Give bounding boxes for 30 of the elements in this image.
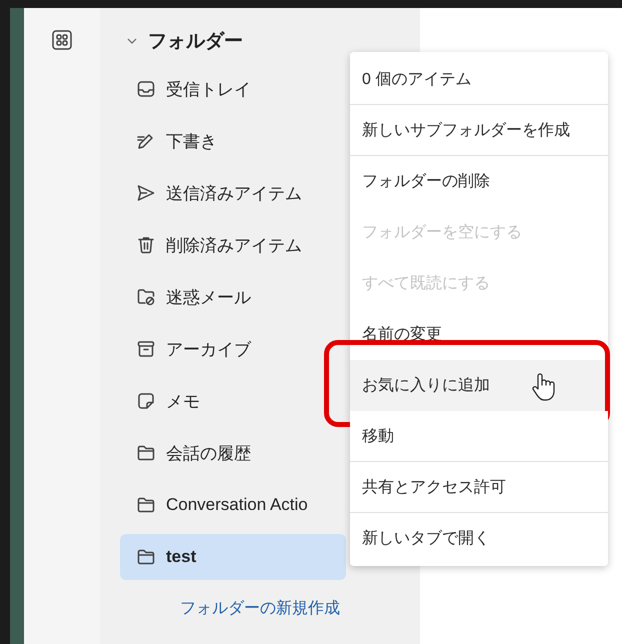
menu-item[interactable]: 共有とアクセス許可 xyxy=(350,462,608,513)
apps-icon[interactable] xyxy=(52,30,72,50)
folder-item[interactable]: メモ xyxy=(120,378,346,424)
menu-item[interactable]: 0 個のアイテム xyxy=(350,54,608,105)
note-icon xyxy=(136,391,156,411)
folder-item[interactable]: 受信トレイ xyxy=(120,66,346,112)
folder-icon xyxy=(136,547,156,567)
archive-icon xyxy=(136,339,156,359)
folder-icon xyxy=(136,443,156,463)
folder-block-icon xyxy=(136,287,156,307)
folder-item[interactable]: test xyxy=(120,534,346,580)
folder-item[interactable]: 迷惑メール xyxy=(120,274,346,320)
new-folder-link[interactable]: フォルダーの新規作成 xyxy=(120,598,340,619)
menu-item[interactable]: 移動 xyxy=(350,411,608,462)
folder-item[interactable]: アーカイブ xyxy=(120,326,346,372)
send-icon xyxy=(136,183,156,203)
menu-item[interactable]: フォルダーの削除 xyxy=(350,156,608,207)
hand-cursor-icon xyxy=(530,372,556,402)
menu-item[interactable]: お気に入りに追加 xyxy=(350,360,608,411)
folder-icon xyxy=(136,495,156,515)
trash-icon xyxy=(136,235,156,255)
folder-item[interactable]: 削除済みアイテム xyxy=(120,222,346,268)
folder-item[interactable]: 送信済みアイテム xyxy=(120,170,346,216)
menu-item[interactable]: 新しいタブで開く xyxy=(350,513,608,564)
folder-item[interactable]: 会話の履歴 xyxy=(120,430,346,476)
folders-heading: フォルダー xyxy=(148,30,243,54)
folder-item[interactable]: 下書き xyxy=(120,118,346,164)
menu-item[interactable]: 新しいサブフォルダーを作成 xyxy=(350,105,608,156)
inbox-icon xyxy=(136,79,156,99)
folder-item[interactable]: Conversation Actio xyxy=(120,482,346,528)
